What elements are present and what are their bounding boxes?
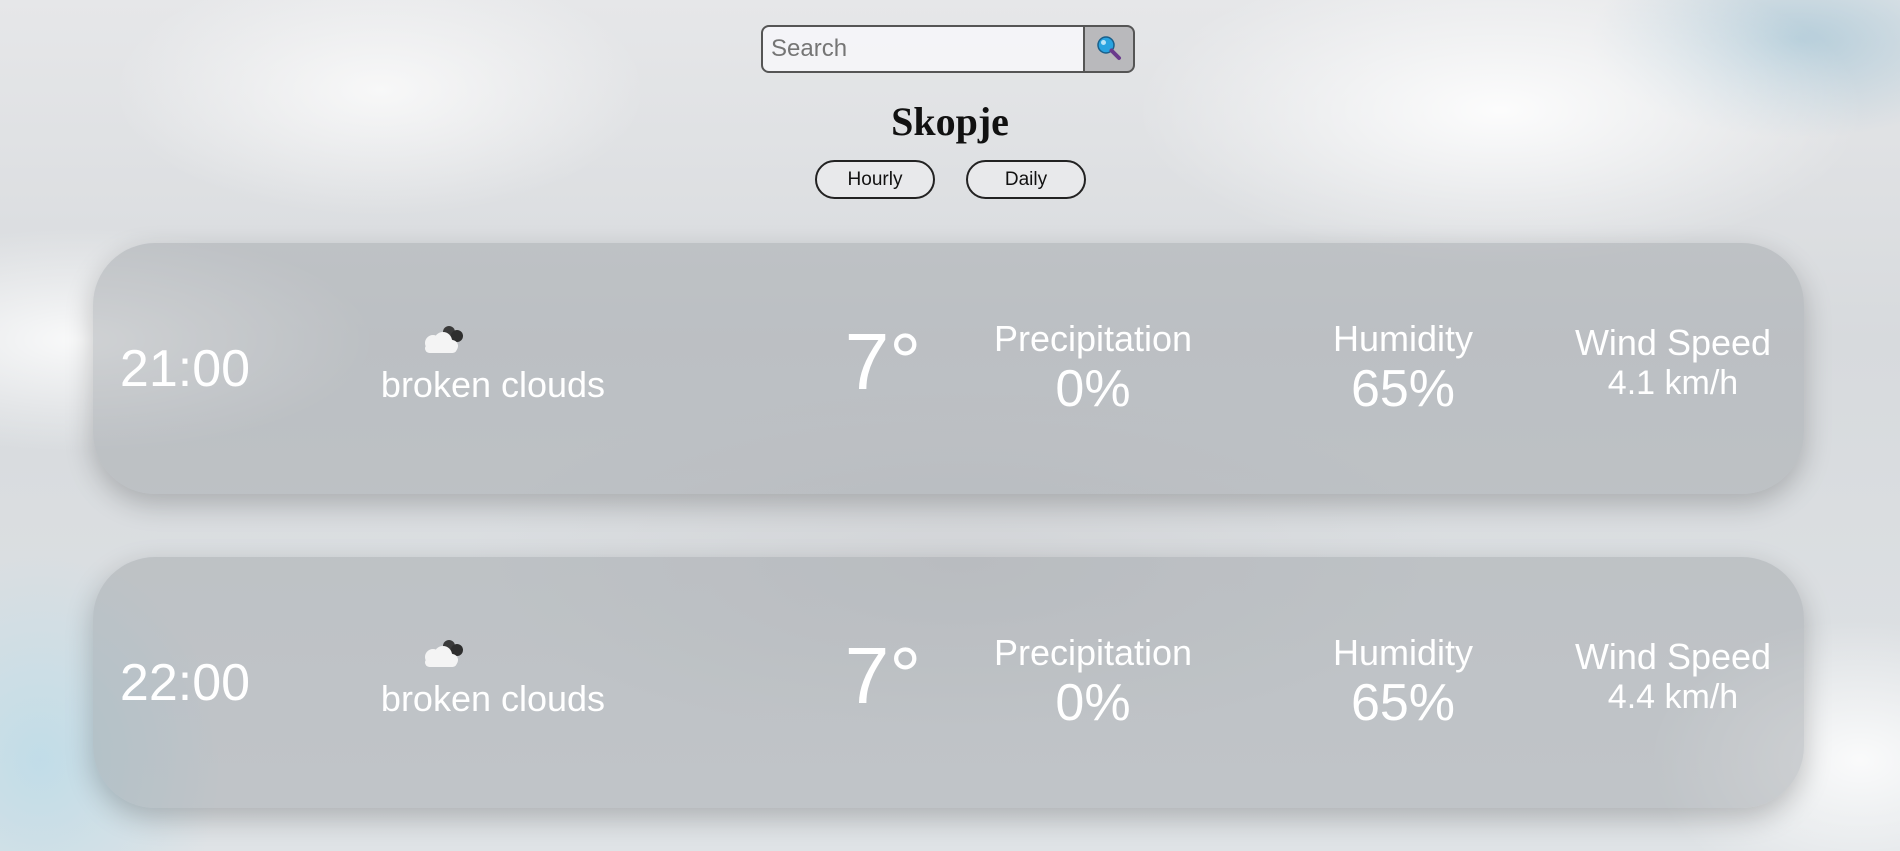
wind-speed-label: Wind Speed [1574, 321, 1772, 363]
forecast-time: 22:00 [119, 653, 251, 712]
forecast-temperature: 7° [844, 316, 922, 406]
forecast-humidity-column: Humidity 65% [1273, 243, 1533, 494]
forecast-wind-column: Wind Speed 4.4 km/h [1553, 557, 1793, 808]
humidity-value: 65% [1350, 673, 1456, 732]
wind-speed-label: Wind Speed [1574, 635, 1772, 677]
forecast-card: 22:00 broken clouds 7° Precipitation 0% … [93, 557, 1804, 808]
forecast-temperature: 7° [844, 630, 922, 720]
wind-speed-value: 4.4 km/h [1607, 677, 1739, 716]
search-button[interactable] [1085, 25, 1135, 73]
city-title: Skopje [891, 99, 1009, 144]
forecast-card: 21:00 broken clouds 7° Precipitation 0% … [93, 243, 1804, 494]
forecast-humidity-column: Humidity 65% [1273, 557, 1533, 808]
search-input[interactable] [761, 25, 1085, 73]
search-bar [761, 25, 1135, 73]
forecast-precipitation-column: Precipitation 0% [963, 243, 1223, 494]
daily-button[interactable]: Daily [966, 160, 1086, 199]
hourly-button[interactable]: Hourly [815, 160, 935, 199]
view-toggle: Hourly Daily [815, 160, 1086, 199]
humidity-label: Humidity [1332, 317, 1474, 359]
broken-clouds-icon [419, 637, 467, 676]
precipitation-label: Precipitation [993, 317, 1193, 359]
forecast-precipitation-column: Precipitation 0% [963, 557, 1223, 808]
wind-speed-value: 4.1 km/h [1607, 363, 1739, 402]
forecast-time-column: 21:00 [93, 243, 277, 494]
broken-clouds-icon [419, 323, 467, 362]
precipitation-value: 0% [1055, 359, 1131, 418]
forecast-description: broken clouds [380, 364, 606, 405]
forecast-description: broken clouds [380, 678, 606, 719]
forecast-time-column: 22:00 [93, 557, 277, 808]
precipitation-label: Precipitation [993, 631, 1193, 673]
magnifier-icon [1095, 34, 1123, 65]
forecast-condition-column: broken clouds [373, 557, 613, 808]
forecast-condition-column: broken clouds [373, 243, 613, 494]
humidity-label: Humidity [1332, 631, 1474, 673]
forecast-time: 21:00 [119, 339, 251, 398]
humidity-value: 65% [1350, 359, 1456, 418]
forecast-wind-column: Wind Speed 4.1 km/h [1553, 243, 1793, 494]
precipitation-value: 0% [1055, 673, 1131, 732]
